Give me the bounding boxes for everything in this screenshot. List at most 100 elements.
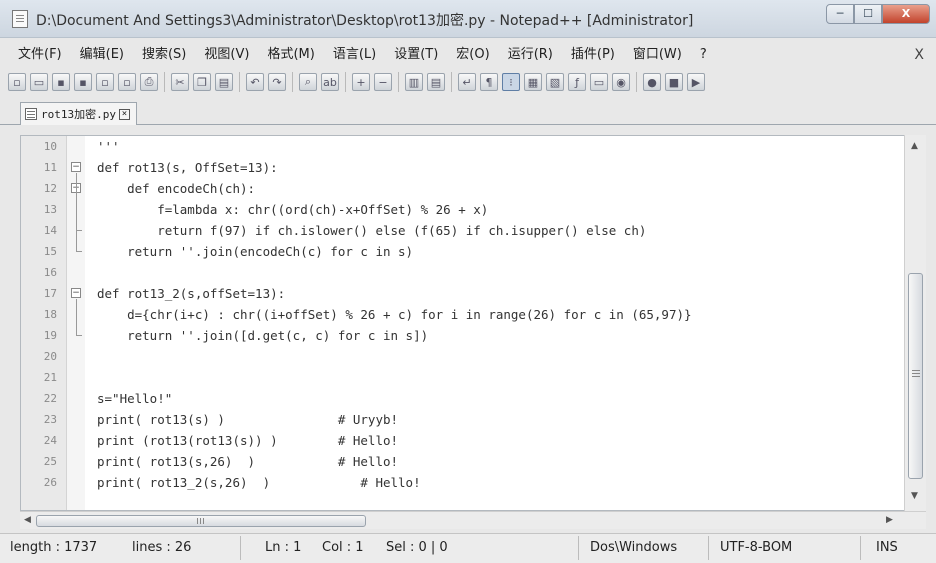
fold-guide [76, 251, 82, 252]
code-line[interactable]: s="Hello!" [97, 388, 172, 409]
sync-horizontal-icon[interactable]: ▤ [427, 73, 445, 91]
status-ln: Ln : 1 [265, 540, 302, 555]
line-number: 15 [43, 245, 57, 258]
status-encoding[interactable]: UTF-8-BOM [720, 540, 792, 555]
menu-view[interactable]: 视图(V) [204, 44, 249, 66]
fold-guide [76, 335, 82, 336]
function-list-icon[interactable]: ƒ [568, 73, 586, 91]
replace-icon[interactable]: ab [321, 73, 339, 91]
show-all-chars-icon[interactable]: ¶ [480, 73, 498, 91]
cut-icon[interactable]: ✂ [171, 73, 189, 91]
code-line[interactable]: print( rot13_2(s,26) ) # Hello! [97, 472, 421, 493]
close-file-icon[interactable]: ▫ [96, 73, 114, 91]
toolbar: ▫ ▭ ▪ ▪ ▫ ▫ ⎙ ✂ ❐ ▤ ↶ ↷ ⌕ ab + − ▥ ▤ ↵ ¶ ⁝ ▦ ▧ ƒ ▭ ◉ ● ■ ▶ [8, 67, 928, 97]
status-divider [860, 536, 861, 560]
save-icon[interactable]: ▪ [52, 73, 70, 91]
toolbar-separator [292, 72, 293, 92]
code-line[interactable]: return ''.join([d.get(c, c) for c in s]) [97, 325, 428, 346]
undo-icon[interactable]: ↶ [246, 73, 264, 91]
menu-search[interactable]: 搜索(S) [142, 44, 186, 66]
toolbar-separator [164, 72, 165, 92]
code-line[interactable]: print (rot13(rot13(s)) ) # Hello! [97, 430, 398, 451]
menu-edit[interactable]: 编辑(E) [80, 44, 124, 66]
toolbar-separator [451, 72, 452, 92]
zoom-out-icon[interactable]: − [374, 73, 392, 91]
tab-close-icon[interactable]: × [118, 108, 130, 120]
code-line[interactable]: def rot13_2(s,offSet=13): [97, 283, 285, 304]
file-icon [25, 108, 37, 120]
record-macro-icon[interactable]: ● [643, 73, 661, 91]
horizontal-scroll-thumb[interactable] [36, 515, 366, 527]
minimize-button[interactable]: ─ [826, 4, 854, 24]
code-line[interactable]: print( rot13(s) ) # Uryyb! [97, 409, 398, 430]
code-line[interactable]: ''' [97, 136, 120, 157]
save-all-icon[interactable]: ▪ [74, 73, 92, 91]
line-number: 16 [43, 266, 57, 279]
folder-workspace-icon[interactable]: ▭ [590, 73, 608, 91]
grip-icon [197, 518, 198, 524]
line-number: 12 [43, 182, 57, 195]
close-document-button[interactable]: X [914, 44, 924, 66]
toolbar-separator [636, 72, 637, 92]
menu-macro[interactable]: 宏(O) [456, 44, 489, 66]
word-wrap-icon[interactable]: ↵ [458, 73, 476, 91]
open-file-icon[interactable]: ▭ [30, 73, 48, 91]
scroll-left-icon[interactable]: ◀ [24, 515, 31, 525]
line-number: 23 [43, 413, 57, 426]
line-number: 19 [43, 329, 57, 342]
menu-help[interactable]: ? [700, 44, 707, 66]
user-language-icon[interactable]: ▦ [524, 73, 542, 91]
close-window-button[interactable]: X [882, 4, 930, 24]
fold-toggle-icon[interactable]: − [71, 162, 81, 172]
stop-macro-icon[interactable]: ■ [665, 73, 683, 91]
grip-icon [912, 370, 920, 371]
copy-icon[interactable]: ❐ [193, 73, 211, 91]
menu-plugins[interactable]: 插件(P) [571, 44, 615, 66]
line-number: 20 [43, 350, 57, 363]
code-editor[interactable]: 10 ''' 11 def rot13(s, OffSet=13): 12 def en… [20, 135, 926, 511]
horizontal-scrollbar[interactable]: ◀ ▶ [20, 511, 926, 529]
fold-guide [76, 230, 82, 231]
code-line[interactable]: d={chr(i+c) : chr((i+offSet) % 26 + c) f… [97, 304, 691, 325]
maximize-button[interactable]: ☐ [854, 4, 882, 24]
monitoring-icon[interactable]: ◉ [612, 73, 630, 91]
code-line[interactable]: def rot13(s, OffSet=13): [97, 157, 278, 178]
menu-format[interactable]: 格式(M) [267, 44, 314, 66]
code-line[interactable]: def encodeCh(ch): [97, 178, 255, 199]
status-insert-mode[interactable]: INS [876, 540, 898, 555]
close-all-icon[interactable]: ▫ [118, 73, 136, 91]
fold-toggle-icon[interactable]: − [71, 288, 81, 298]
vertical-scrollbar[interactable]: ▲ ▼ [904, 135, 926, 511]
menu-file[interactable]: 文件(F) [18, 44, 62, 66]
print-icon[interactable]: ⎙ [140, 73, 158, 91]
code-line[interactable]: return f(97) if ch.islower() else (f(65)… [97, 220, 646, 241]
redo-icon[interactable]: ↷ [268, 73, 286, 91]
menu-run[interactable]: 运行(R) [508, 44, 553, 66]
menu-language[interactable]: 语言(L) [333, 44, 376, 66]
code-line[interactable]: return ''.join(encodeCh(c) for c in s) [97, 241, 413, 262]
code-line[interactable]: print( rot13(s,26) ) # Hello! [97, 451, 398, 472]
line-number: 10 [43, 140, 57, 153]
new-file-icon[interactable]: ▫ [8, 73, 26, 91]
sync-vertical-icon[interactable]: ▥ [405, 73, 423, 91]
play-macro-icon[interactable]: ▶ [687, 73, 705, 91]
menu-window[interactable]: 窗口(W) [633, 44, 682, 66]
status-eol[interactable]: Dos\Windows [590, 540, 677, 555]
paste-icon[interactable]: ▤ [215, 73, 233, 91]
menu-bar: 文件(F) 编辑(E) 搜索(S) 视图(V) 格式(M) 语言(L) 设置(T… [0, 44, 936, 66]
scroll-up-icon[interactable]: ▲ [911, 141, 918, 151]
indent-guide-icon[interactable]: ⁝ [502, 73, 520, 91]
scroll-down-icon[interactable]: ▼ [911, 491, 918, 501]
doc-map-icon[interactable]: ▧ [546, 73, 564, 91]
tab-rot13-file[interactable]: rot13加密.py × [20, 102, 137, 125]
code-line[interactable]: f=lambda x: chr((ord(ch)-x+OffSet) % 26 … [97, 199, 488, 220]
zoom-in-icon[interactable]: + [352, 73, 370, 91]
line-number: 18 [43, 308, 57, 321]
vertical-scroll-thumb[interactable] [908, 273, 923, 479]
status-bar: length : 1737 lines : 26 Ln : 1 Col : 1 … [0, 533, 936, 563]
scroll-right-icon[interactable]: ▶ [886, 515, 893, 525]
find-icon[interactable]: ⌕ [299, 73, 317, 91]
menu-settings[interactable]: 设置(T) [394, 44, 438, 66]
toolbar-separator [398, 72, 399, 92]
title-bar: D:\Document And Settings3\Administrator\… [0, 0, 936, 38]
